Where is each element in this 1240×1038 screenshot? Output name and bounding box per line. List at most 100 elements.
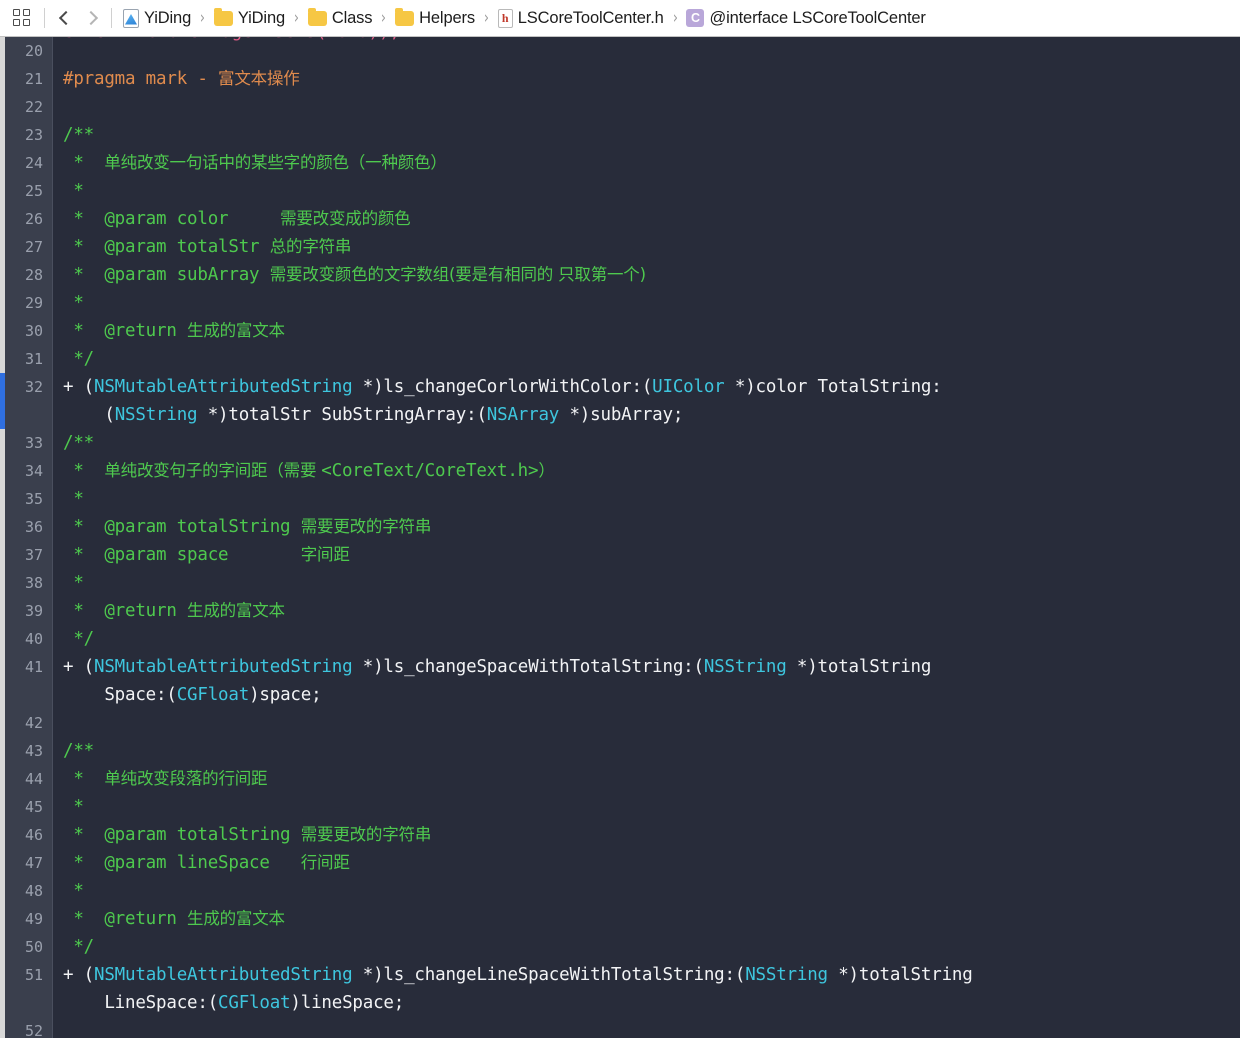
line-number[interactable]: 51 — [5, 961, 52, 989]
line-number[interactable]: 46 — [5, 821, 52, 849]
breadcrumb-separator: › — [293, 8, 299, 28]
code-token: 需要更改的字符串 — [300, 825, 432, 844]
code-token: * — [63, 153, 105, 173]
line-number[interactable]: 20 — [5, 37, 52, 65]
code-token: * — [63, 769, 105, 789]
code-line: * — [63, 793, 1240, 821]
code-line: * 单纯改变句子的字间距（需要 <CoreText/CoreText.h>） — [63, 457, 1240, 485]
code-token: + ( — [63, 657, 95, 677]
code-line: + (NSMutableAttributedString *)ls_change… — [63, 373, 1240, 401]
code-token: 生成的富文本 — [187, 909, 285, 928]
code-line: Space:(CGFloat)space; — [63, 681, 1240, 709]
line-number-wrap-filler: . — [5, 401, 52, 429]
line-number[interactable]: 45 — [5, 793, 52, 821]
line-number[interactable]: 32 — [5, 373, 52, 401]
code-token: * @return — [63, 909, 188, 929]
line-number[interactable]: 40 — [5, 625, 52, 653]
code-token: )space; — [249, 685, 322, 705]
code-token: 总的字符串 — [269, 237, 352, 256]
code-token: * @param totalStr — [63, 237, 270, 257]
line-number[interactable]: 36 — [5, 513, 52, 541]
breadcrumb-label: LSCoreToolCenter.h — [517, 8, 664, 27]
source-editor[interactable]: 20212223242526272829303132.3334353637383… — [0, 37, 1240, 1038]
breadcrumb-separator: › — [483, 8, 489, 28]
line-number[interactable]: 29 — [5, 289, 52, 317]
line-number[interactable]: 39 — [5, 597, 52, 625]
code-token: 富文本操作 — [218, 69, 300, 88]
breadcrumb-label: Helpers — [419, 8, 475, 27]
code-line: */ — [63, 933, 1240, 961]
code-token: * @param space — [63, 545, 301, 565]
code-line: * — [63, 289, 1240, 317]
line-number[interactable]: 22 — [5, 93, 52, 121]
code-line: * @param color 需要改变成的颜色 — [63, 205, 1240, 233]
breadcrumb-item-project[interactable]: YiDing — [121, 8, 193, 29]
line-number[interactable]: 43 — [5, 737, 52, 765]
line-number[interactable]: 26 — [5, 205, 52, 233]
line-number[interactable]: 28 — [5, 261, 52, 289]
code-token: 行间距 — [300, 853, 350, 872]
line-number[interactable]: 47 — [5, 849, 52, 877]
code-line: /** — [63, 429, 1240, 457]
line-number[interactable]: 38 — [5, 569, 52, 597]
code-token: * — [63, 461, 105, 481]
line-number[interactable]: 31 — [5, 345, 52, 373]
line-number[interactable]: 37 — [5, 541, 52, 569]
line-number[interactable]: 49 — [5, 905, 52, 933]
line-number-gutter[interactable]: 20212223242526272829303132.3334353637383… — [5, 37, 53, 1038]
code-token: ） — [538, 461, 555, 480]
line-number[interactable]: 27 — [5, 233, 52, 261]
jumpbar-divider-2 — [111, 8, 112, 28]
code-line: (NSString *)totalStr SubStringArray:(NSA… — [63, 401, 1240, 429]
breadcrumb-item-folder-class[interactable]: Class — [306, 7, 375, 29]
line-number[interactable]: 42 — [5, 709, 52, 737]
line-number[interactable]: 34 — [5, 457, 52, 485]
code-area[interactable]: extern void UIEdgeInsets(void)); #pragma… — [53, 37, 1240, 1038]
chevron-left-icon — [57, 11, 71, 25]
line-number[interactable]: 21 — [5, 65, 52, 93]
line-number[interactable]: 24 — [5, 149, 52, 177]
code-token: 需要改变颜色的文字数组(要是有相同的 只取第一个) — [269, 265, 646, 284]
breadcrumb-item-file[interactable]: h LSCoreToolCenter.h — [496, 8, 666, 29]
code-token: + ( — [63, 965, 95, 985]
back-button[interactable] — [50, 5, 78, 31]
code-token: *)ls_changeCorlorWithColor:( — [352, 377, 653, 397]
line-number[interactable]: 50 — [5, 933, 52, 961]
code-token: NSMutableAttributedString — [94, 657, 353, 677]
code-line: * @return 生成的富文本 — [63, 905, 1240, 933]
folder-icon — [213, 7, 233, 26]
code-line: LineSpace:(CGFloat)lineSpace; — [63, 989, 1240, 1017]
code-line: * @param totalString 需要更改的字符串 — [63, 513, 1240, 541]
code-token: 单纯改变句子的字间距（需要 — [104, 461, 322, 480]
line-number[interactable]: 48 — [5, 877, 52, 905]
code-line: /** — [63, 737, 1240, 765]
breadcrumb-item-folder-helpers[interactable]: Helpers — [393, 7, 477, 29]
line-number[interactable]: 25 — [5, 177, 52, 205]
code-token: 单纯改变一句话中的某些字的颜色（一种颜色） — [104, 153, 447, 172]
line-number[interactable]: 52 — [5, 1017, 52, 1038]
code-token: * — [63, 181, 84, 201]
breadcrumb-item-folder-yiding[interactable]: YiDing — [212, 7, 287, 29]
code-token: * @param lineSpace — [63, 853, 301, 873]
code-token: CGFloat — [176, 685, 250, 705]
code-token: NSMutableAttributedString — [94, 377, 353, 397]
code-token: NSString — [745, 965, 828, 985]
breadcrumb-item-symbol[interactable]: C @interface LSCoreToolCenter — [684, 8, 927, 29]
code-token: * @return — [63, 601, 188, 621]
code-token: 单纯改变段落的行间距 — [104, 769, 268, 788]
line-number[interactable]: 35 — [5, 485, 52, 513]
related-items-button[interactable] — [6, 5, 39, 31]
code-line: #pragma mark - 富文本操作 — [63, 65, 1240, 93]
line-number[interactable]: 44 — [5, 765, 52, 793]
code-token: */ — [63, 937, 95, 957]
line-number[interactable]: 33 — [5, 429, 52, 457]
line-number[interactable]: 23 — [5, 121, 52, 149]
code-line: * — [63, 877, 1240, 905]
code-line: */ — [63, 345, 1240, 373]
line-number[interactable]: 41 — [5, 653, 52, 681]
code-token: *)totalStr SubStringArray:( — [197, 405, 487, 425]
line-number[interactable]: 30 — [5, 317, 52, 345]
forward-button[interactable] — [78, 5, 106, 31]
code-token: */ — [63, 349, 95, 369]
